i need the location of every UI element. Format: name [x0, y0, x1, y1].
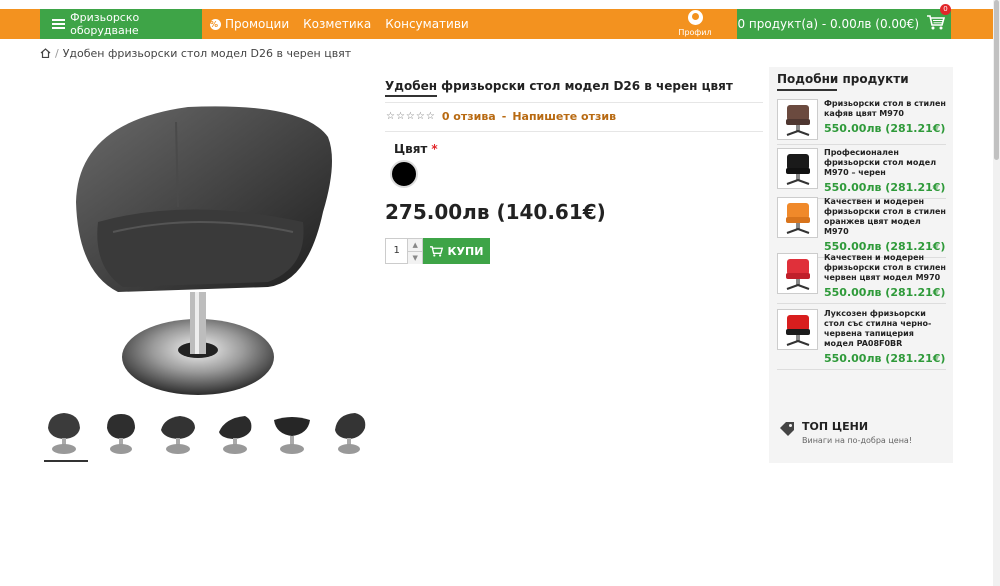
related-product-item[interactable]: Фризьорски стол в стилен кафяв цвят M970… [777, 99, 946, 145]
page-scrollbar[interactable] [993, 0, 1000, 586]
reviews-count-link[interactable]: 0 отзива [442, 110, 496, 123]
thumbnail-1[interactable] [40, 407, 88, 462]
related-product-price: 550.00лв (281.21€) [824, 352, 946, 365]
quantity-stepper[interactable]: 1 ▲ ▼ [385, 238, 423, 264]
divider [385, 131, 763, 132]
thumbnail-4[interactable] [211, 407, 259, 457]
title-underline [777, 89, 837, 91]
related-product-item[interactable]: Качествен и модерен фризьорски стол в ст… [777, 253, 946, 304]
quantity-up-icon[interactable]: ▲ [408, 239, 422, 252]
cart-button[interactable]: 0 продукт(а) - 0.00лв (0.00€) 0 [737, 4, 951, 39]
breadcrumb-current: Удобен фризьорски стол модел D26 в черен… [62, 46, 352, 60]
top-prices-promo: ТОП ЦЕНИ Винаги на по-добра цена! [778, 420, 912, 445]
nav-promotions[interactable]: % Промоции [210, 17, 289, 31]
related-product-name[interactable]: Качествен и модерен фризьорски стол в ст… [824, 197, 946, 237]
title-underline [385, 95, 437, 97]
user-icon [687, 10, 703, 25]
thumbnail-3[interactable] [154, 407, 202, 457]
rating-row: ☆☆☆☆☆ 0 отзива - Напишете отзив [386, 110, 616, 123]
nav-promotions-label: Промоции [225, 17, 290, 31]
related-product-name[interactable]: Професионален фризьорски стол модел M970… [824, 148, 946, 178]
main-nav: % Промоции Козметика Консумативи [210, 9, 469, 39]
cart-icon [927, 15, 945, 30]
related-product-item[interactable]: Луксозен фризьорски стол със стилна черн… [777, 309, 946, 370]
related-product-image[interactable] [777, 309, 818, 350]
buy-button[interactable]: КУПИ [423, 238, 490, 264]
nav-consumables[interactable]: Консумативи [385, 17, 468, 31]
quantity-down-icon[interactable]: ▼ [408, 252, 422, 264]
related-products-title: Подобни продукти [777, 72, 909, 86]
related-product-item[interactable]: Професионален фризьорски стол модел M970… [777, 148, 946, 199]
related-product-item[interactable]: Качествен и модерен фризьорски стол в ст… [777, 197, 946, 258]
percent-icon: % [210, 18, 221, 30]
related-product-image[interactable] [777, 148, 818, 189]
color-swatch-black[interactable] [390, 160, 418, 188]
product-main-image[interactable] [38, 82, 358, 402]
cart-count-badge: 0 [940, 4, 951, 15]
divider [385, 102, 763, 103]
breadcrumb: / Удобен фризьорски стол модел D26 в чер… [40, 46, 351, 60]
related-product-price: 550.00лв (281.21€) [824, 240, 946, 253]
category-menu-button[interactable]: Фризьорско оборудване [40, 9, 202, 39]
quantity-value[interactable]: 1 [386, 239, 407, 263]
thumbnail-6[interactable] [325, 407, 373, 457]
profile-link[interactable]: Профил [676, 10, 714, 37]
profile-label: Профил [678, 28, 712, 37]
thumbnail-2[interactable] [97, 407, 145, 457]
top-prices-title: ТОП ЦЕНИ [802, 420, 869, 433]
thumbnail-strip [40, 407, 373, 462]
color-label: Цвят * [394, 142, 438, 156]
color-label-text: Цвят [394, 142, 428, 156]
breadcrumb-sep: / [55, 46, 59, 60]
related-product-name[interactable]: Фризьорски стол в стилен кафяв цвят M970 [824, 99, 946, 119]
related-product-price: 550.00лв (281.21€) [824, 181, 946, 194]
cart-summary: 0 продукт(а) - 0.00лв (0.00€) [737, 17, 919, 31]
home-icon[interactable] [40, 48, 51, 58]
related-product-price: 550.00лв (281.21€) [824, 122, 946, 135]
hamburger-icon [52, 19, 65, 29]
related-product-image[interactable] [777, 99, 818, 140]
required-mark: * [431, 142, 438, 156]
product-title: Удобен фризьорски стол модел D26 в черен… [385, 79, 733, 93]
nav-cosmetics[interactable]: Козметика [303, 17, 371, 31]
top-prices-subtitle: Винаги на по-добра цена! [802, 436, 913, 445]
cart-icon [429, 245, 443, 257]
star-rating-icon: ☆☆☆☆☆ [386, 111, 436, 122]
product-price: 275.00лв (140.61€) [385, 200, 606, 224]
header-bar: Фризьорско оборудване % Промоции Козмети… [0, 0, 1000, 49]
related-product-image[interactable] [777, 197, 818, 238]
related-product-name[interactable]: Луксозен фризьорски стол със стилна черн… [824, 309, 946, 349]
write-review-link[interactable]: Напишете отзив [512, 110, 616, 123]
related-product-image[interactable] [777, 253, 818, 294]
related-product-price: 550.00лв (281.21€) [824, 286, 946, 299]
review-separator: - [501, 110, 507, 123]
thumbnail-5[interactable] [268, 407, 316, 457]
tag-icon [780, 422, 794, 436]
category-menu-label: Фризьорско оборудване [70, 11, 140, 37]
buy-button-label: КУПИ [447, 244, 484, 258]
related-product-name[interactable]: Качествен и модерен фризьорски стол в ст… [824, 253, 946, 283]
